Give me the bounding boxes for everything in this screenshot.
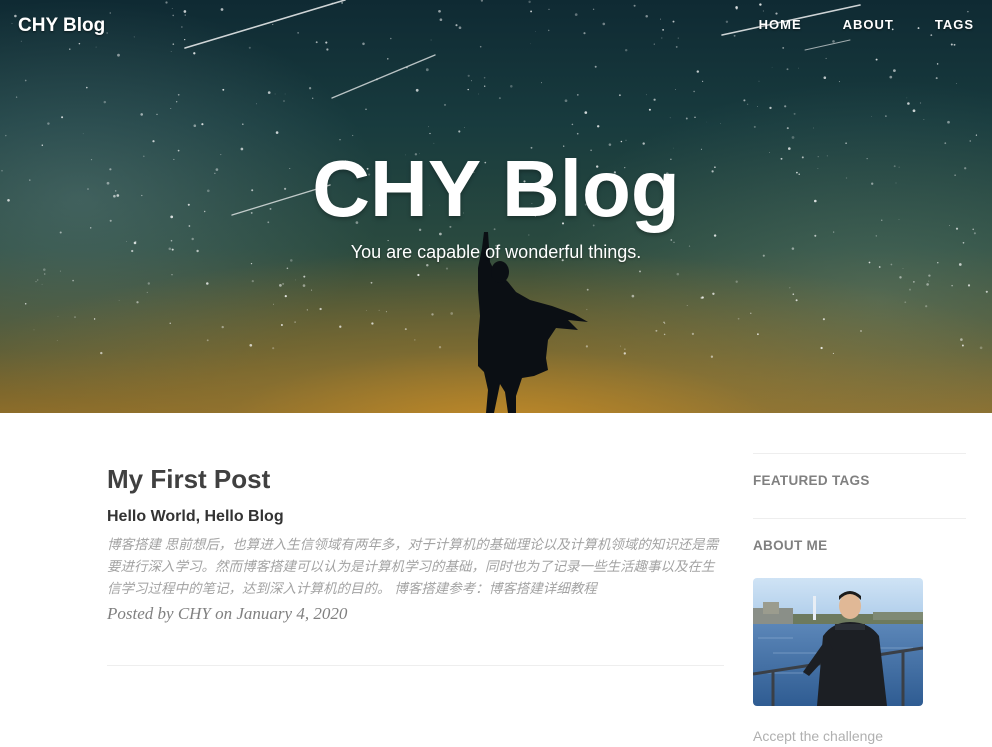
nav-brand-link[interactable]: CHY Blog bbox=[18, 15, 105, 37]
main-nav: HOME ABOUT TAGS bbox=[759, 17, 974, 32]
post-meta: Posted by CHY on January 4, 2020 bbox=[107, 604, 348, 623]
about-me-heading: ABOUT ME bbox=[753, 538, 828, 553]
nav-about-link[interactable]: ABOUT bbox=[843, 17, 894, 32]
sidebar: FEATURED TAGS ABOUT ME Accept the challe… bbox=[753, 453, 966, 744]
post-excerpt[interactable]: 博客搭建 思前想后，也算进入生信领域有两年多，对于计算机的基础理论以及计算机领域… bbox=[107, 534, 724, 600]
nav-tags-link[interactable]: TAGS bbox=[935, 17, 974, 32]
site-subtitle: You are capable of wonderful things. bbox=[350, 242, 642, 262]
nav-home-link[interactable]: HOME bbox=[759, 17, 802, 32]
post-preview: My First Post Hello World, Hello Blog 博客… bbox=[107, 460, 724, 626]
about-me-text: Accept the challenge bbox=[753, 728, 883, 744]
post-subtitle[interactable]: Hello World, Hello Blog bbox=[107, 506, 724, 528]
sidebar-divider bbox=[753, 518, 966, 519]
hero-header: CHY Blog HOME ABOUT TAGS CHY Blog You ar… bbox=[0, 0, 992, 413]
post-divider bbox=[107, 665, 724, 666]
post-title-link[interactable]: My First Post bbox=[107, 460, 724, 498]
avatar-photo bbox=[753, 578, 923, 706]
sidebar-divider bbox=[753, 453, 966, 454]
avatar bbox=[753, 578, 923, 706]
featured-tags-heading: FEATURED TAGS bbox=[753, 473, 870, 488]
site-title: CHY Blog bbox=[312, 144, 680, 233]
